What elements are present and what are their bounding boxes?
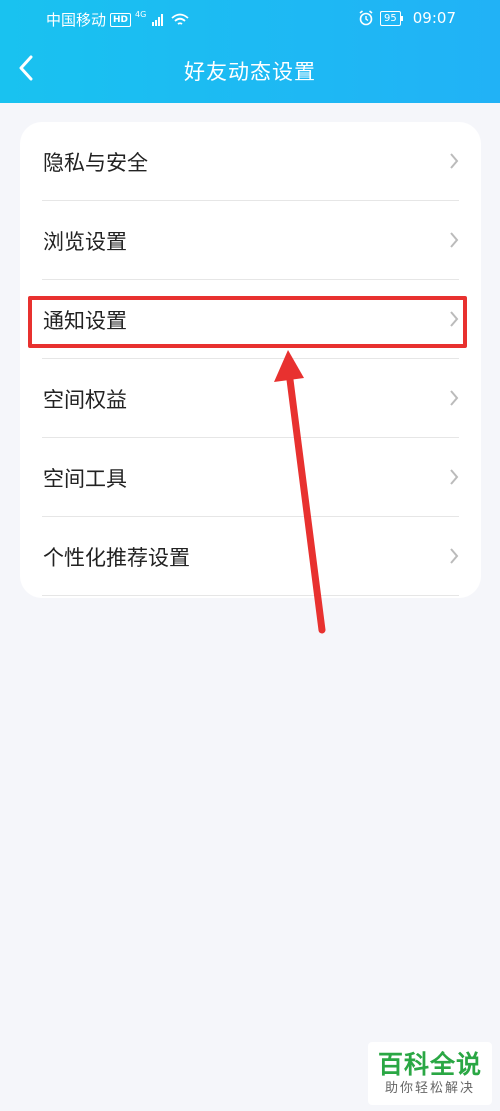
watermark-title: 百科全说 xyxy=(377,1049,482,1079)
watermark-subtitle: 助你轻松解决 xyxy=(384,1080,475,1096)
watermark-logo: 百科全说 助你轻松解决 xyxy=(368,1042,492,1105)
annotation-arrow-icon xyxy=(274,350,326,634)
